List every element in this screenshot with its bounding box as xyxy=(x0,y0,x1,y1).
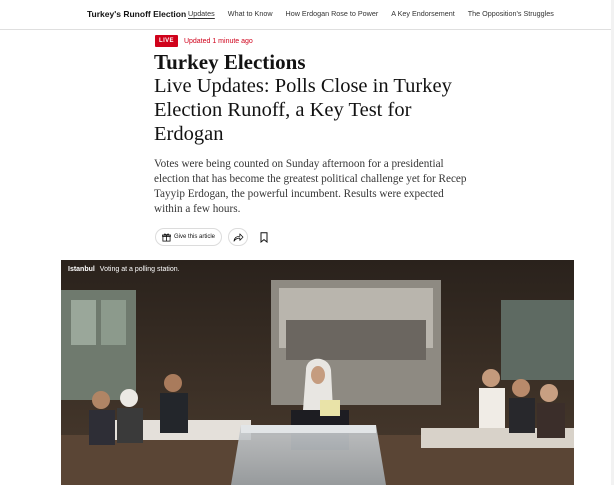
share-button[interactable] xyxy=(228,228,249,246)
photo-location: Istanbul xyxy=(68,266,95,273)
nav-link-how-erdogan-rose[interactable]: How Erdogan Rose to Power xyxy=(286,9,379,18)
article-summary: Votes were being counted on Sunday after… xyxy=(154,158,467,215)
share-arrow-icon xyxy=(233,232,244,242)
photo-caption: Istanbul Voting at a polling station. xyxy=(68,266,180,273)
share-tools: Give this article xyxy=(155,228,275,246)
nav-link-opposition-struggles[interactable]: The Opposition's Struggles xyxy=(468,9,554,18)
top-navigation: Turkey's Runoff Election Updates What to… xyxy=(0,0,614,30)
bookmark-icon xyxy=(260,231,268,243)
polling-station-image xyxy=(61,260,574,485)
nav-link-updates[interactable]: Updates xyxy=(188,9,215,18)
nav-link-key-endorsement[interactable]: A Key Endorsement xyxy=(391,9,455,18)
live-badge: LIVE xyxy=(155,35,178,47)
give-article-label: Give this article xyxy=(174,234,216,240)
gift-icon xyxy=(162,233,171,242)
updated-timestamp: Updated 1 minute ago xyxy=(183,37,253,45)
article-kicker: Turkey Elections xyxy=(154,50,306,74)
nav-links: Updates What to Know How Erdogan Rose to… xyxy=(188,9,554,18)
photo-caption-text: Voting at a polling station. xyxy=(99,266,180,273)
section-title[interactable]: Turkey's Runoff Election xyxy=(87,9,186,19)
give-article-button[interactable]: Give this article xyxy=(155,228,223,246)
save-button[interactable] xyxy=(254,228,275,246)
lead-photo: Istanbul Voting at a polling station. xyxy=(61,260,574,485)
live-meta-row: LIVE Updated 1 minute ago xyxy=(155,35,253,47)
article-headline: Live Updates: Polls Close in Turkey Elec… xyxy=(154,75,452,145)
nav-link-what-to-know[interactable]: What to Know xyxy=(228,9,273,18)
